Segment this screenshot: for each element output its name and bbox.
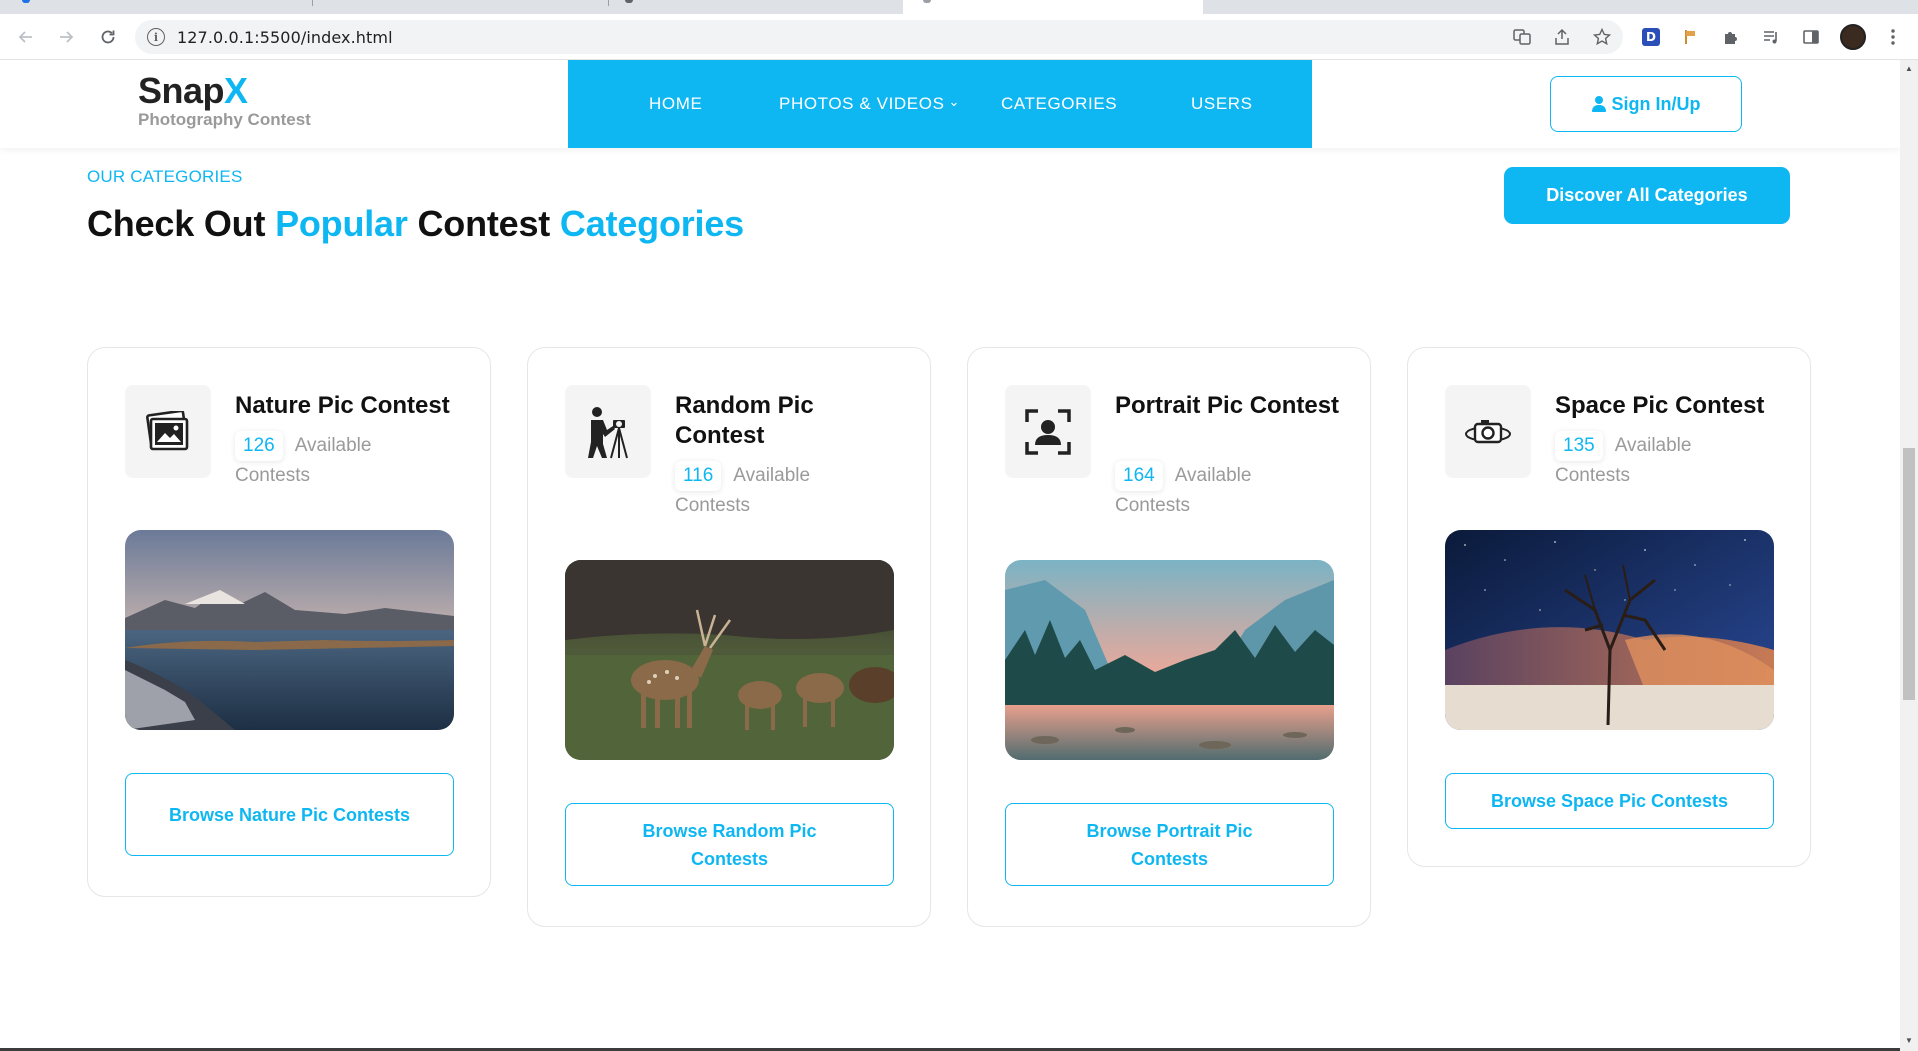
portrait-focus-icon — [1005, 385, 1091, 478]
site-info-icon[interactable]: i — [147, 28, 165, 46]
discover-all-categories-button[interactable]: Discover All Categories — [1504, 167, 1790, 224]
photographer-icon — [565, 385, 651, 478]
headline-part: Contest — [417, 203, 551, 244]
extensions-puzzle-icon[interactable] — [1720, 26, 1742, 48]
logo-accent-x: X — [224, 70, 248, 111]
browse-portrait-button[interactable]: Browse Portrait Pic Contests — [1005, 803, 1334, 886]
browser-tab-strip — [0, 0, 1918, 14]
category-card-portrait: Portrait Pic Contest 164 Available Contes… — [967, 347, 1371, 927]
category-card-random: Random Pic Contest 116 Available Contests — [527, 347, 931, 927]
back-arrow-icon[interactable] — [12, 23, 40, 51]
browse-nature-button[interactable]: Browse Nature Pic Contests — [125, 773, 454, 856]
browse-space-button[interactable]: Browse Space Pic Contests — [1445, 773, 1774, 829]
headline-highlight: Categories — [559, 203, 744, 244]
count-badge: 126 — [235, 431, 283, 461]
card-contest-count: 135 Available Contests — [1555, 431, 1755, 491]
count-badge: 135 — [1555, 431, 1603, 461]
section-headline: Check Out Popular Contest Categories — [87, 203, 744, 245]
browse-random-button[interactable]: Browse Random Pic Contests — [565, 803, 894, 886]
translate-icon[interactable] — [1513, 28, 1531, 46]
card-contest-count: 126 Available Contests — [235, 431, 435, 491]
photos-icon — [125, 385, 211, 478]
web-page: SnapX Photography Contest HOME PHOTOS & … — [0, 60, 1900, 1051]
sign-in-label: Sign In/Up — [1611, 93, 1701, 114]
category-card-space: Space Pic Contest 135Available Contests — [1407, 347, 1811, 867]
scroll-down-arrow-icon[interactable]: ▼ — [1904, 1036, 1914, 1046]
tab-favicon — [923, 0, 931, 3]
active-tab[interactable] — [903, 0, 1203, 14]
extension-flag-icon[interactable] — [1680, 26, 1702, 48]
tab-favicon — [625, 0, 633, 3]
main-navigation: HOME PHOTOS & VIDEOS ⌄ CATEGORIES USERS — [568, 60, 1312, 148]
logo-subtitle: Photography Contest — [138, 110, 311, 129]
site-header: SnapX Photography Contest HOME PHOTOS & … — [0, 60, 1900, 148]
deer-photo — [565, 560, 894, 760]
tab-favicon — [22, 0, 30, 3]
profile-avatar[interactable] — [1840, 24, 1866, 50]
nature-photo — [125, 530, 454, 730]
user-icon — [1591, 96, 1606, 112]
share-icon[interactable] — [1553, 28, 1571, 46]
nav-home[interactable]: HOME — [649, 94, 702, 114]
card-title: Space Pic Contest — [1555, 392, 1765, 419]
logo-text: Snap — [138, 70, 225, 111]
night-sky-tree-photo — [1445, 530, 1774, 730]
browser-toolbar: i 127.0.0.1:5500/index.html D — [0, 14, 1918, 60]
media-queue-icon[interactable] — [1760, 26, 1782, 48]
extension-d-icon[interactable]: D — [1640, 26, 1662, 48]
headline-highlight: Popular — [275, 203, 408, 244]
headline-part: Check Out — [87, 203, 266, 244]
card-title: Nature Pic Contest — [235, 392, 450, 419]
nav-users[interactable]: USERS — [1191, 94, 1253, 114]
tab-divider — [312, 0, 313, 6]
forward-arrow-icon[interactable] — [52, 23, 80, 51]
chevron-down-icon: ⌄ — [948, 94, 961, 109]
page-scrollbar[interactable]: ▲ ▼ — [1900, 60, 1918, 1051]
reload-icon[interactable] — [94, 23, 122, 51]
scroll-thumb[interactable] — [1903, 448, 1915, 700]
section-eyebrow: OUR CATEGORIES — [87, 167, 243, 186]
bookmark-star-icon[interactable] — [1593, 28, 1611, 46]
scroll-up-arrow-icon[interactable]: ▲ — [1904, 64, 1914, 74]
count-badge: 116 — [675, 461, 722, 491]
sign-in-button[interactable]: Sign In/Up — [1550, 76, 1742, 132]
tab-divider — [608, 0, 609, 6]
card-title: Random Pic Contest — [675, 392, 814, 449]
camera-orbit-icon — [1445, 385, 1531, 478]
nav-photos-videos[interactable]: PHOTOS & VIDEOS ⌄ — [779, 94, 960, 114]
nav-categories[interactable]: CATEGORIES — [1001, 94, 1117, 114]
valley-photo — [1005, 560, 1334, 760]
card-contest-count: 164 Available Contests — [1115, 461, 1315, 521]
card-contest-count: 116 Available Contests — [675, 461, 875, 521]
browser-menu-icon[interactable] — [1882, 26, 1904, 48]
address-bar[interactable]: i 127.0.0.1:5500/index.html — [135, 20, 1623, 54]
side-panel-icon[interactable] — [1800, 26, 1822, 48]
card-title: Portrait Pic Contest — [1115, 392, 1340, 419]
count-badge: 164 — [1115, 461, 1163, 491]
url-text[interactable]: 127.0.0.1:5500/index.html — [177, 28, 393, 47]
site-logo[interactable]: SnapX Photography Contest — [138, 70, 311, 130]
category-card-nature: Nature Pic Contest 126 Available Contests… — [87, 347, 491, 897]
nav-photos-videos-label: PHOTOS & VIDEOS — [779, 94, 945, 113]
